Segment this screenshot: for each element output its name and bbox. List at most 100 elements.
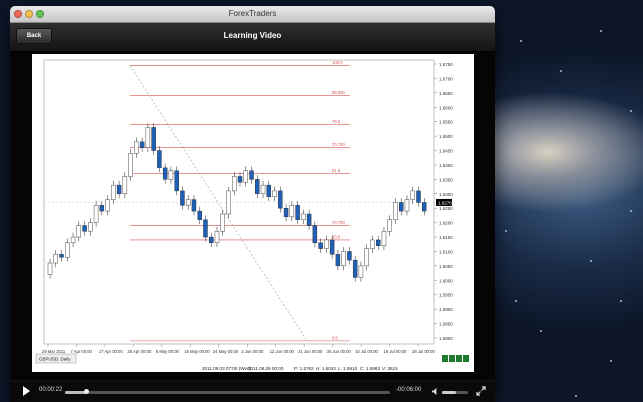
candle — [335, 254, 341, 267]
status-field: 2011.06.03 07:00 (Wed) — [202, 366, 252, 371]
candle — [53, 254, 58, 264]
fib-level-label: 50.0 — [332, 234, 341, 239]
candle — [59, 254, 64, 258]
price-tick-label: 1.6750 — [439, 62, 453, 67]
candle — [312, 225, 318, 244]
date-tick-label: 30 Jun 00:00 — [327, 349, 352, 354]
page-title: Learning Video — [223, 31, 282, 40]
candle — [404, 199, 410, 212]
price-tick-label: 1.6350 — [439, 177, 453, 182]
candle — [393, 202, 398, 220]
current-price-label: 1.6270 — [438, 200, 452, 205]
close-window-icon[interactable] — [14, 10, 22, 18]
price-tick-label: 1.6600 — [439, 105, 453, 110]
app-window: ForexTraders Back Learning Video 1.6750 1… — [10, 6, 495, 402]
play-icon[interactable] — [23, 386, 30, 396]
player-controls: 00:00:22 -00:06:00 — [10, 382, 495, 402]
candle — [203, 219, 208, 238]
plot-area — [43, 59, 435, 345]
candle — [295, 205, 300, 220]
candle — [324, 239, 329, 249]
candle — [197, 210, 202, 220]
star — [610, 360, 612, 362]
date-tick-label: 15 May 00:00 — [184, 349, 210, 354]
candle — [364, 248, 369, 267]
fib-level-label: 78.6 — [332, 119, 341, 124]
seek-bar[interactable] — [65, 389, 390, 394]
candle — [111, 184, 116, 200]
candle — [232, 176, 237, 192]
candle — [220, 213, 225, 232]
video-player[interactable]: 1.6750 1.6700 1.6650 1.6600 1.6550 1.6500 1.64… — [10, 52, 495, 380]
candle — [347, 251, 352, 261]
candle — [122, 176, 128, 194]
candle — [387, 219, 392, 232]
candlestick-chart: 1.6750 1.6700 1.6650 1.6600 1.6550 1.6500 1.64… — [35, 59, 469, 371]
status-field: P: 1.5762 — [294, 366, 314, 371]
fib-level-label: 70.700 — [332, 220, 345, 225]
candle — [422, 202, 427, 212]
price-tick-label: 1.6700 — [439, 76, 453, 81]
maximize-window-icon[interactable] — [36, 10, 44, 18]
candle — [145, 127, 151, 148]
price-tick-label: 1.6500 — [439, 134, 453, 139]
star — [540, 330, 542, 332]
volume-icon[interactable] — [431, 387, 440, 396]
date-tick-label: 24 May 00:00 — [213, 349, 239, 354]
price-tick-label: 1.6200 — [439, 221, 453, 226]
candle — [226, 190, 231, 215]
candle — [249, 170, 254, 180]
date-tick-label: 2 Jun 00:00 — [241, 349, 264, 354]
star — [630, 110, 632, 112]
candle — [99, 205, 105, 212]
chart-scroll-button — [456, 355, 462, 362]
star — [600, 30, 602, 32]
candle — [185, 199, 191, 206]
date-tick-label: 17 Apr 00:00 — [99, 349, 123, 354]
candle — [370, 239, 375, 249]
star — [515, 300, 517, 302]
candle — [168, 170, 174, 180]
candle — [358, 265, 364, 278]
title-bar: ForexTraders — [10, 6, 495, 23]
candle — [410, 190, 415, 200]
star — [590, 260, 592, 262]
fib-level-label: 88.600 — [332, 90, 345, 95]
date-tick-label: 29 Mar 2011 — [42, 349, 66, 354]
seek-handle[interactable] — [83, 389, 89, 394]
candle — [416, 190, 421, 203]
volume-level — [442, 391, 457, 394]
price-tick-label: 1.6300 — [439, 192, 453, 197]
price-tick-label: 1.5950 — [439, 293, 453, 298]
candle — [301, 213, 306, 220]
price-tick-label: 1.6000 — [439, 278, 453, 283]
chart-scroll-button — [463, 355, 469, 362]
candle — [162, 167, 168, 180]
candle — [151, 127, 156, 151]
date-tick-label: 28 Apr 00:00 — [127, 349, 151, 354]
status-field: 2011.06.28 00:00 — [248, 366, 284, 371]
star — [620, 300, 622, 302]
candle — [47, 262, 53, 275]
symbol-tab-label: GBPUSD, Daily — [39, 357, 71, 362]
candle — [134, 141, 139, 154]
fullscreen-icon[interactable] — [476, 386, 486, 396]
candle — [237, 176, 243, 183]
star — [575, 395, 577, 397]
date-tick-label: 10 Jul 00:00 — [355, 349, 378, 354]
fib-level-label: 0.0 — [332, 335, 338, 340]
candle — [105, 199, 110, 212]
candle — [82, 225, 87, 232]
candle — [260, 184, 266, 194]
volume-slider[interactable] — [442, 391, 468, 394]
price-tick-label: 1.6650 — [439, 91, 453, 96]
minimize-window-icon[interactable] — [25, 10, 33, 18]
price-tick-label: 1.6400 — [439, 163, 453, 168]
candle — [209, 236, 214, 244]
price-tick-label: 1.6250 — [439, 206, 453, 211]
candle — [214, 231, 220, 244]
candle — [318, 242, 323, 249]
candle — [139, 141, 145, 148]
price-tick-label: 1.6050 — [439, 264, 453, 269]
star — [520, 40, 522, 42]
